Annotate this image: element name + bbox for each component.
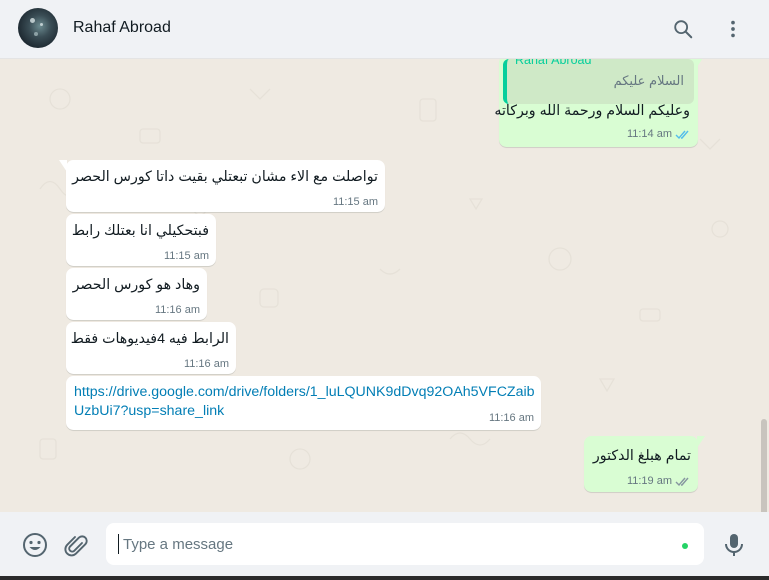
message-bubble-outgoing[interactable]: Rahaf Abroad السلام عليكم وعليكم السلام … [494, 59, 705, 147]
message-time: 11:16 am [488, 412, 534, 424]
contact-name[interactable]: Rahaf Abroad [73, 19, 171, 37]
message-text: تواصلت مع الاء مشان تبعتلي بقيت داتا كور… [72, 169, 378, 185]
taskbar-edge [0, 576, 769, 580]
message-input-placeholder: Type a message [123, 536, 234, 553]
message-text: وعليكم السلام ورحمة الله وبركاته [494, 103, 690, 119]
quoted-message[interactable]: Rahaf Abroad السلام عليكم [503, 59, 694, 104]
quoted-author: Rahaf Abroad [515, 59, 592, 67]
microphone-icon[interactable] [721, 532, 747, 558]
message-time: 11:16 am [154, 304, 200, 316]
message-bubble-incoming[interactable]: https://drive.google.com/drive/folders/1… [66, 376, 541, 430]
text-caret [118, 534, 119, 554]
message-text: فبتحكيلي انا بعتلك رابط [71, 223, 209, 239]
message-time: 11:15 am [163, 250, 209, 262]
message-time: 11:15 am [332, 196, 378, 208]
quoted-text: السلام عليكم [613, 73, 684, 88]
status-dot [682, 543, 688, 549]
contact-avatar[interactable] [18, 8, 58, 48]
read-ticks-icon [675, 130, 689, 140]
kebab-menu-icon[interactable] [722, 18, 744, 40]
shared-link-line1[interactable]: https://drive.google.com/drive/folders/1… [74, 384, 535, 400]
message-list[interactable]: Rahaf Abroad السلام عليكم وعليكم السلام … [0, 59, 769, 512]
message-time: 11:16 am [183, 358, 229, 370]
emoji-icon[interactable] [22, 532, 48, 558]
message-text: تمام هبلغ الدكتور [592, 448, 691, 464]
message-text: الرابط فيه 4فيديوهات فقط [70, 331, 229, 347]
chat-header: Rahaf Abroad [0, 0, 769, 59]
search-icon[interactable] [672, 18, 694, 40]
shared-link-line2[interactable]: UzbUi7?usp=share_link [74, 403, 224, 419]
chat-scrollbar[interactable] [761, 419, 767, 512]
message-bubble-incoming[interactable]: تواصلت مع الاء مشان تبعتلي بقيت داتا كور… [59, 160, 385, 212]
message-bubble-incoming[interactable]: وهاد هو كورس الحصر 11:16 am [66, 268, 207, 320]
message-text: وهاد هو كورس الحصر [72, 277, 200, 293]
message-bubble-incoming[interactable]: فبتحكيلي انا بعتلك رابط 11:15 am [66, 214, 216, 266]
message-input[interactable]: Type a message [106, 523, 704, 565]
message-time: 11:19 am [626, 475, 672, 487]
message-bubble-incoming[interactable]: الرابط فيه 4فيديوهات فقط 11:16 am [66, 322, 236, 374]
delivered-ticks-icon [675, 477, 689, 487]
message-composer: Type a message [0, 512, 769, 580]
paperclip-icon[interactable] [63, 532, 89, 558]
message-time: 11:14 am [626, 128, 672, 140]
message-bubble-outgoing[interactable]: تمام هبلغ الدكتور 11:19 am [584, 436, 705, 492]
